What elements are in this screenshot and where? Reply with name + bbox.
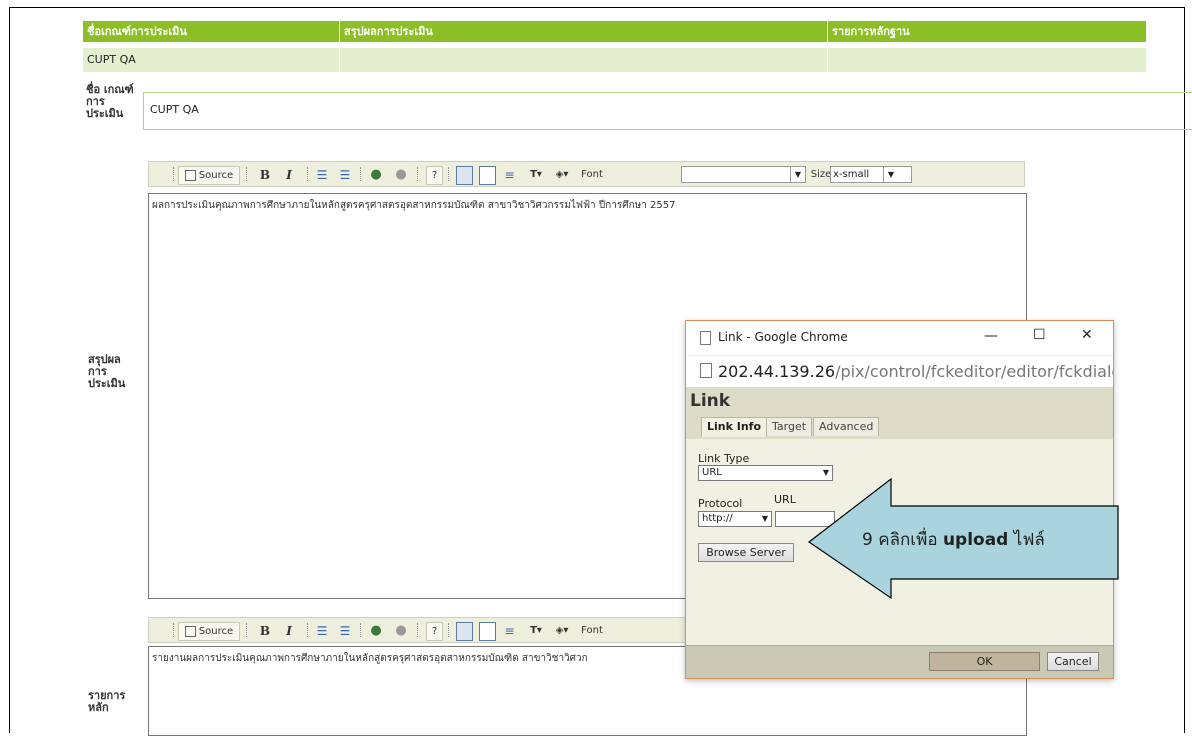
callout-suffix: ไฟล์ [1008, 530, 1045, 550]
callout-bold: upload [942, 530, 1009, 550]
callout-text: 9 คลิกเพื่อ upload ไฟล์ [862, 526, 1045, 553]
callout-prefix: 9 คลิกเพื่อ [862, 530, 943, 550]
callout-arrow [807, 477, 1119, 600]
